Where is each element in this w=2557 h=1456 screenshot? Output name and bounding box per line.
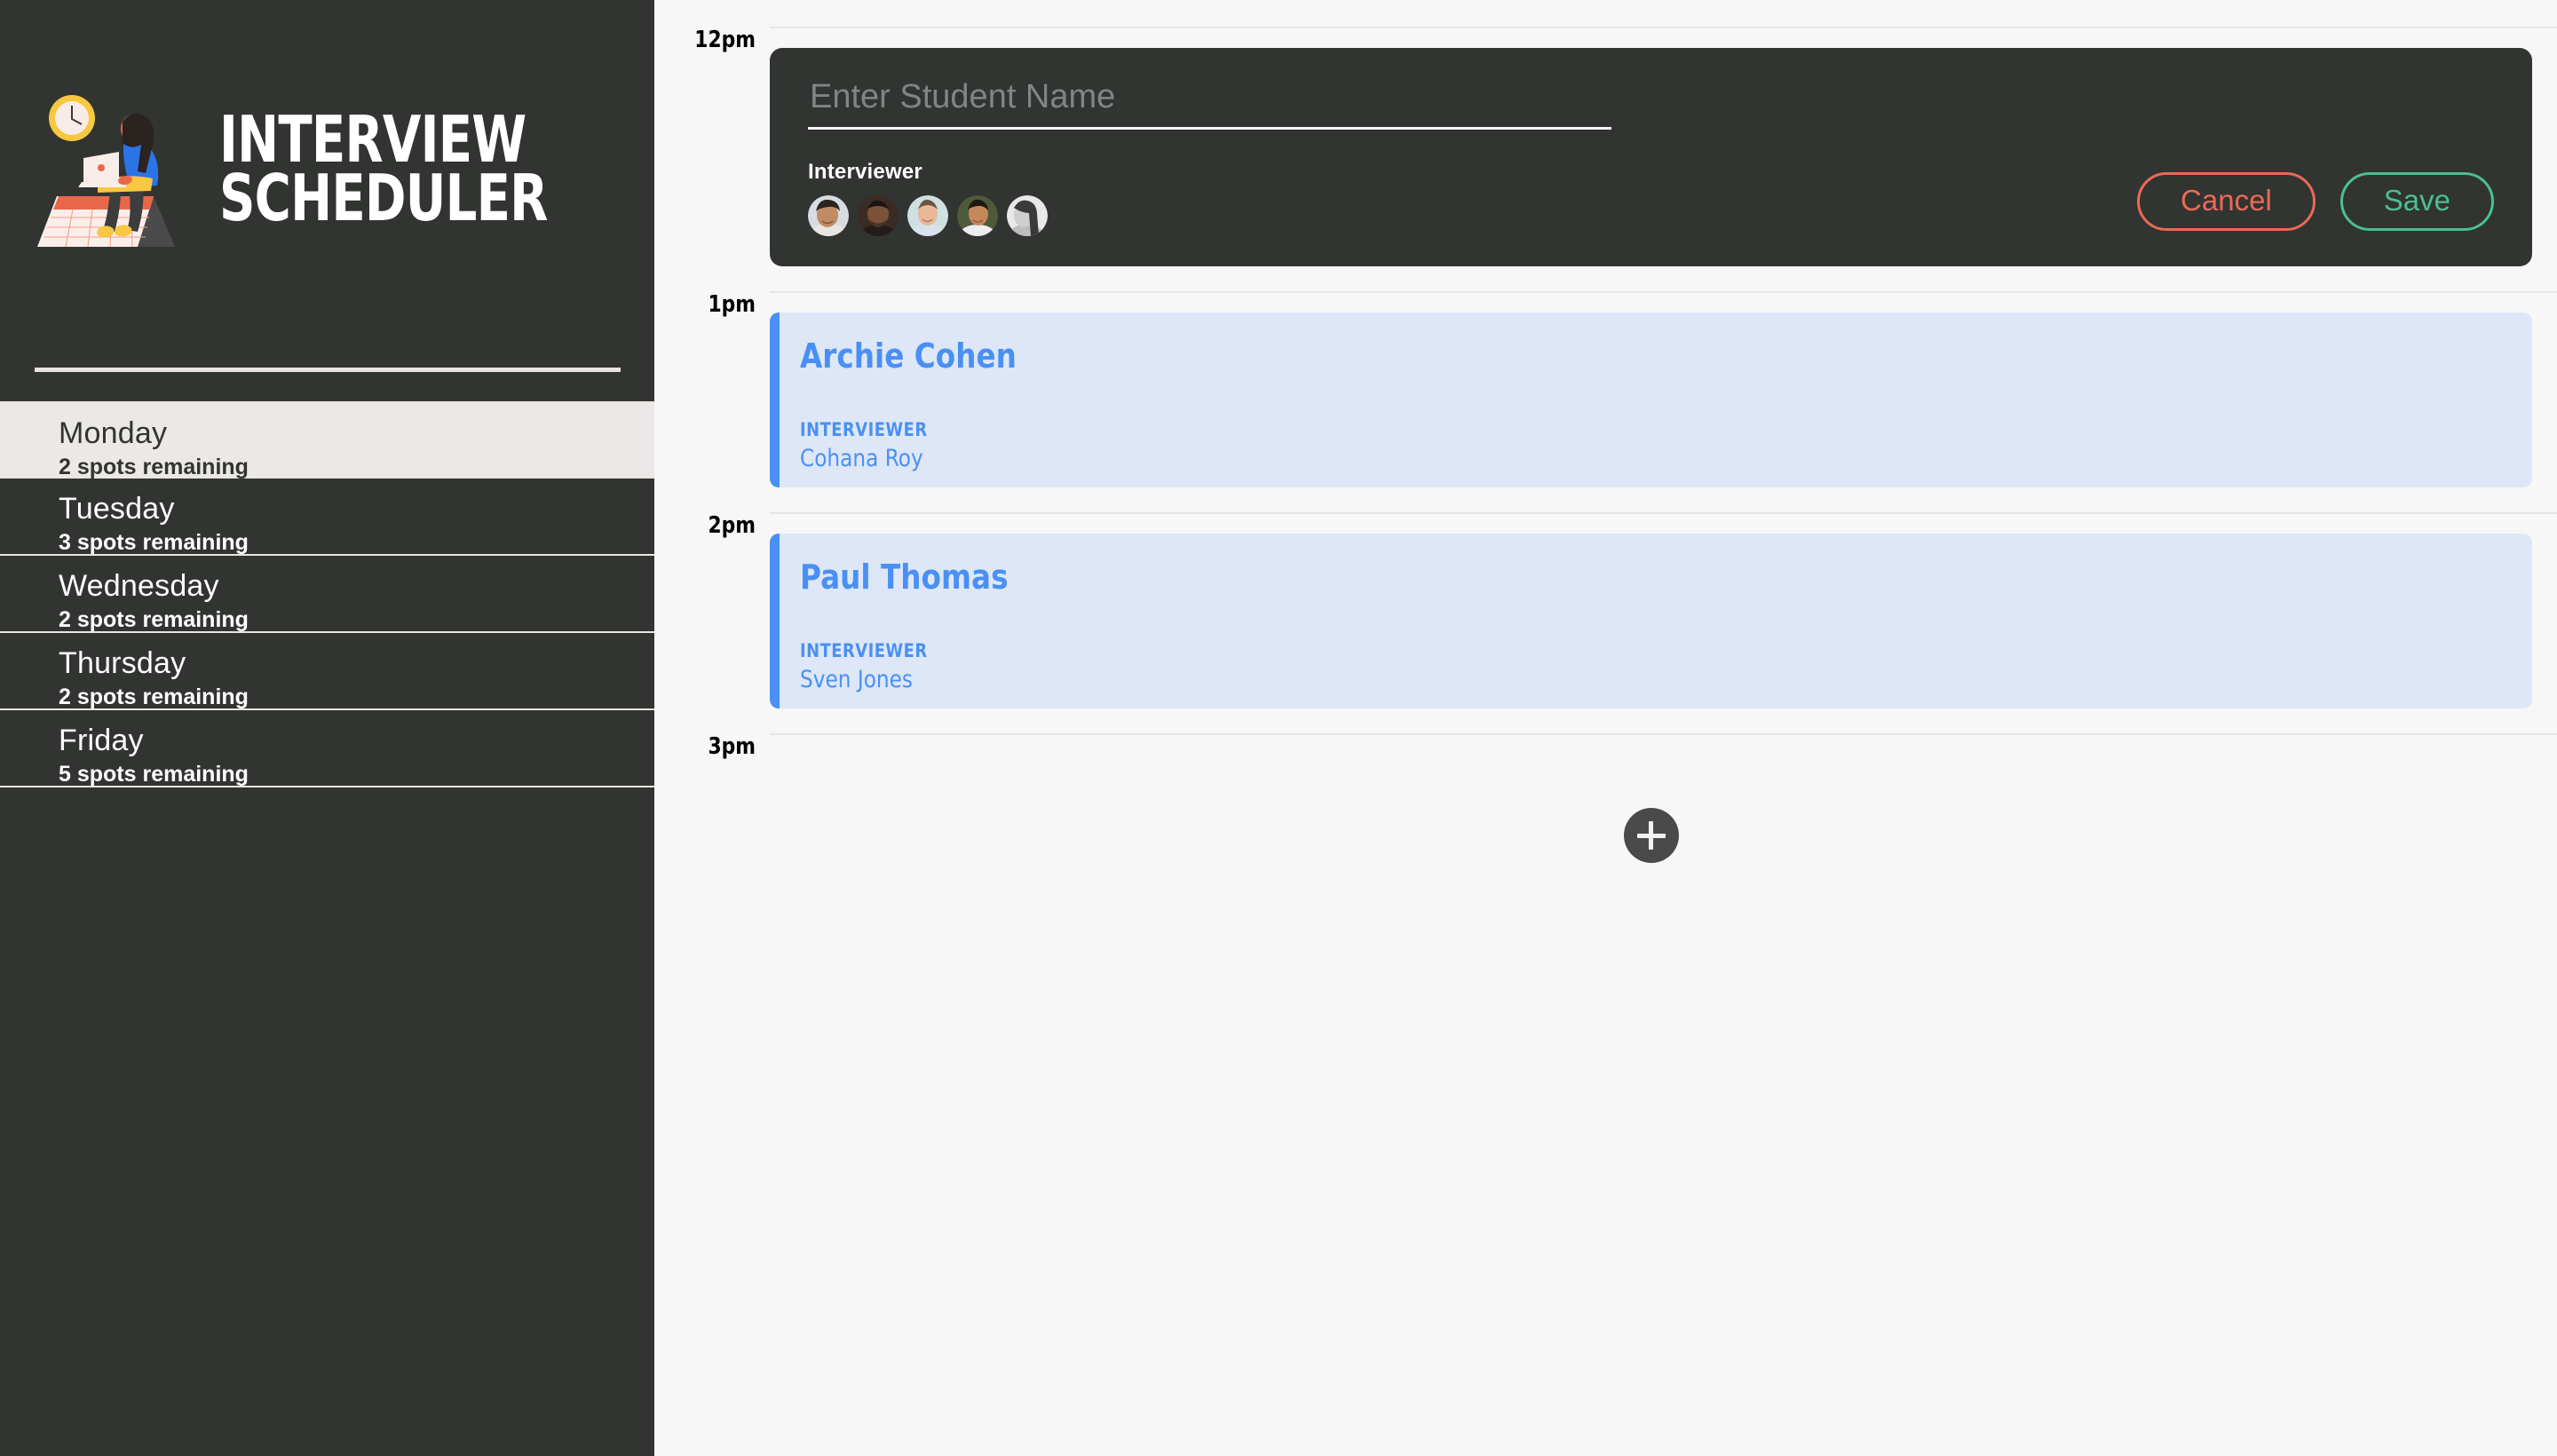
- time-slot-2pm: 2pm Paul Thomas INTERVIEWER Sven Jones: [654, 512, 2557, 708]
- slot-content: [770, 733, 2557, 863]
- time-slot-12pm: 12pm Interviewer: [654, 27, 2557, 266]
- day-name: Wednesday: [59, 569, 219, 603]
- appointment-student-name: Archie Cohen: [800, 336, 1017, 376]
- add-appointment-row: [770, 808, 2532, 863]
- appointment-student-name: Paul Thomas: [800, 558, 1009, 597]
- sidebar-divider: [34, 367, 621, 372]
- sidebar-item-tuesday[interactable]: Tuesday 3 spots remaining: [0, 479, 654, 556]
- day-spots-remaining: 3 spots remaining: [59, 530, 249, 556]
- sidebar-item-monday[interactable]: Monday 2 spots remaining: [0, 401, 654, 479]
- interviewer-avatar-5[interactable]: [1007, 195, 1048, 236]
- plus-icon-add-appointment-button[interactable]: [1623, 808, 1679, 863]
- slot-time-label: 12pm: [694, 27, 756, 53]
- sidebar-item-wednesday[interactable]: Wednesday 2 spots remaining: [0, 556, 654, 633]
- slot-time-label: 2pm: [708, 512, 756, 539]
- form-bottom-row: Interviewer Cancel Save: [808, 160, 2494, 236]
- time-slot-1pm: 1pm Archie Cohen INTERVIEWER Cohana Roy: [654, 291, 2557, 487]
- slot-content: Archie Cohen INTERVIEWER Cohana Roy: [770, 291, 2557, 487]
- cancel-button[interactable]: Cancel: [2137, 171, 2316, 231]
- app-title-line-2: SCHEDULER: [219, 161, 548, 235]
- appointment-interviewer-block: INTERVIEWER Sven Jones: [800, 640, 950, 693]
- appointment-interviewer-block: INTERVIEWER Cohana Roy: [800, 419, 950, 472]
- new-appointment-form: Interviewer: [770, 48, 2532, 266]
- schedule-panel: 12pm Interviewer: [654, 0, 2557, 1456]
- appointment-interviewer-label: INTERVIEWER: [800, 640, 928, 661]
- person-at-desk-with-clock-and-calendar-icon: [37, 83, 193, 256]
- day-list: Monday 2 spots remaining Tuesday 3 spots…: [0, 401, 654, 787]
- sidebar-divider-container: [0, 337, 654, 401]
- day-spots-remaining: 2 spots remaining: [59, 684, 249, 710]
- slot-content: Paul Thomas INTERVIEWER Sven Jones: [770, 512, 2557, 708]
- day-name: Tuesday: [59, 492, 175, 526]
- appointment-card[interactable]: Archie Cohen INTERVIEWER Cohana Roy: [770, 313, 2532, 487]
- app-title: INTERVIEW SCHEDULER: [219, 107, 548, 230]
- interviewer-avatar-3[interactable]: [907, 195, 948, 236]
- appointment-card[interactable]: Paul Thomas INTERVIEWER Sven Jones: [770, 534, 2532, 708]
- day-name: Thursday: [59, 646, 186, 680]
- interviewer-picker: Interviewer: [808, 160, 1048, 236]
- form-actions: Cancel Save: [2137, 171, 2494, 231]
- interviewer-label: Interviewer: [808, 160, 922, 184]
- app-branding: INTERVIEW SCHEDULER: [0, 0, 654, 337]
- day-name: Friday: [59, 724, 144, 757]
- interviewer-avatar-2[interactable]: [858, 195, 899, 236]
- sidebar-item-friday[interactable]: Friday 5 spots remaining: [0, 710, 654, 787]
- slot-content: Interviewer: [770, 27, 2557, 266]
- interviewer-avatar-1[interactable]: [808, 195, 849, 236]
- interviewer-avatar-4[interactable]: [957, 195, 998, 236]
- slot-time-label: 3pm: [708, 733, 756, 760]
- interviewer-avatar-list: [808, 195, 1048, 236]
- appointment-interviewer-name: Sven Jones: [800, 666, 914, 693]
- save-button[interactable]: Save: [2339, 171, 2494, 231]
- slot-time-label: 1pm: [708, 291, 756, 318]
- day-spots-remaining: 2 spots remaining: [59, 607, 249, 633]
- day-name: Monday: [59, 416, 168, 450]
- student-name-input[interactable]: [808, 78, 1611, 130]
- sidebar-item-thursday[interactable]: Thursday 2 spots remaining: [0, 633, 654, 710]
- time-slot-3pm: 3pm: [654, 733, 2557, 863]
- appointment-interviewer-name: Cohana Roy: [800, 445, 923, 472]
- day-spots-remaining: 5 spots remaining: [59, 762, 249, 787]
- sidebar: INTERVIEW SCHEDULER Monday 2 spots remai…: [0, 0, 654, 1456]
- appointment-interviewer-label: INTERVIEWER: [800, 419, 928, 440]
